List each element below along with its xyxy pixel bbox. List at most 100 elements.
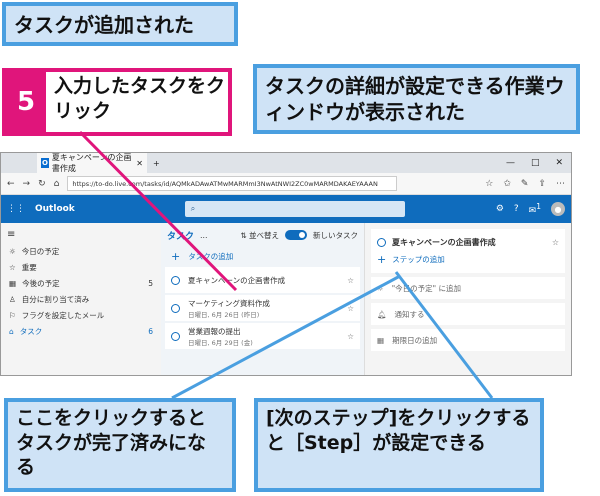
favorites-bar-icon[interactable]: ✩: [503, 179, 511, 189]
add-to-my-day-button[interactable]: ☼ "今日の予定" に追加: [371, 277, 565, 299]
sidebar-item-label: フラグを設定したメール: [21, 310, 105, 320]
back-icon[interactable]: ←: [7, 179, 15, 189]
flag-icon: ⚐: [9, 310, 16, 320]
home-icon[interactable]: ⌂: [54, 179, 60, 189]
sidebar-item-important[interactable]: ☆ 重要: [1, 259, 161, 275]
sidebar-item-flagged[interactable]: ⚐ フラグを設定したメール: [1, 307, 161, 323]
window-controls: — □ ✕: [506, 158, 571, 168]
star-icon[interactable]: ☆: [552, 238, 559, 247]
star-icon: ☆: [9, 262, 16, 272]
favorite-icon[interactable]: ☆: [485, 179, 493, 189]
settings-icon[interactable]: ⚙: [496, 204, 504, 214]
more-icon[interactable]: ⋯: [556, 179, 565, 189]
plus-icon: +: [171, 249, 181, 263]
new-list-label: 新しいタスク: [313, 230, 358, 240]
callout-task-added: タスクが追加された: [2, 2, 238, 46]
callout-detail-pane: タスクの詳細が設定できる作業ウィンドウが表示された: [253, 64, 580, 134]
new-tab-icon[interactable]: +: [153, 159, 160, 168]
notification-badge: 1: [536, 202, 541, 211]
tab-bar: O 夏キャンペーンの企画書作成 ✕ + — □ ✕: [1, 153, 571, 173]
share-icon[interactable]: ⇪: [538, 179, 546, 189]
sidebar-item-label: 今後の予定: [22, 278, 60, 288]
help-icon[interactable]: ?: [514, 204, 519, 214]
complete-checkbox[interactable]: [171, 275, 180, 285]
callout-next-step: [次のステップ]をクリックすると［Step］が設定できる: [254, 398, 544, 492]
add-step-label: ステップの追加: [392, 254, 445, 264]
maximize-button[interactable]: □: [531, 158, 540, 168]
sort-label: 並べ替え: [249, 230, 279, 240]
star-icon[interactable]: ☆: [347, 276, 354, 285]
browser-window: O 夏キャンペーンの企画書作成 ✕ + — □ ✕ ← → ↻ ⌂ https:…: [0, 152, 572, 376]
task-name: 営業週報の提出: [188, 326, 241, 336]
complete-checkbox[interactable]: [377, 237, 386, 247]
callout-text: タスクの詳細が設定できる作業ウィンドウが表示された: [265, 74, 565, 124]
outlook-header: ⋮⋮ Outlook ⌕ ⚙ ? ✉1 ●: [1, 195, 571, 223]
bell-icon: 🔔︎: [377, 309, 387, 319]
sidebar-item-label: 重要: [21, 262, 37, 272]
app-launcher-icon[interactable]: ⋮⋮: [7, 204, 25, 214]
star-icon[interactable]: ☆: [347, 332, 354, 341]
callout-text: ここをクリックするとタスクが完了済みになる: [16, 407, 207, 479]
sort-button[interactable]: ⇅ 並べ替え: [240, 230, 279, 241]
remind-me-button[interactable]: 🔔︎ 通知する: [371, 303, 565, 325]
sidebar-item-count: 5: [148, 278, 153, 288]
outlook-logo-icon: O: [41, 158, 49, 168]
add-task-label: タスクの追加: [188, 251, 234, 261]
add-step-button[interactable]: + ステップの追加: [377, 251, 559, 267]
my-day-label: "今日の予定" に追加: [391, 283, 462, 293]
sidebar-item-label: タスク: [19, 326, 43, 336]
sidebar: ≡ ☼ 今日の予定 ☆ 重要 ▦ 今後の予定 5 ♙ 自分に割り当て済み ⚐ フラグを設定し…: [1, 223, 161, 375]
sidebar-item-tasks[interactable]: ⌂ タスク 6: [1, 323, 161, 339]
more-options-button[interactable]: …: [200, 231, 208, 240]
close-window-button[interactable]: ✕: [555, 158, 563, 168]
sidebar-item-my-day[interactable]: ☼ 今日の予定: [1, 243, 161, 259]
home-icon: ⌂: [9, 326, 14, 336]
add-due-date-button[interactable]: ▦ 期限日の追加: [371, 329, 565, 351]
complete-checkbox[interactable]: [171, 303, 180, 313]
task-date: 日曜日, 6月 26日 (昨日): [188, 310, 260, 319]
menu-icon[interactable]: ≡: [1, 229, 161, 243]
remind-label: 通知する: [394, 309, 425, 319]
task-detail-pane: 夏キャンペーンの企画書作成 ☆ + ステップの追加 ☼ "今日の予定" に追加 🔔︎…: [365, 223, 571, 375]
task-row[interactable]: マーケティング資料作成 日曜日, 6月 26日 (昨日) ☆: [165, 295, 360, 321]
sidebar-item-planned[interactable]: ▦ 今後の予定 5: [1, 275, 161, 291]
calendar-icon: ▦: [377, 335, 385, 345]
step-number: 5: [6, 72, 46, 132]
add-task-input[interactable]: + タスクの追加: [161, 247, 364, 265]
due-label: 期限日の追加: [392, 335, 438, 345]
sun-icon: ☼: [9, 246, 16, 256]
address-bar: ← → ↻ ⌂ https://to-do.live.com/tasks/id/…: [1, 173, 571, 195]
detail-title[interactable]: 夏キャンペーンの企画書作成: [392, 237, 496, 248]
pen-icon[interactable]: ✎: [521, 179, 529, 189]
step-instruction: 入力したタスクをクリック: [54, 75, 226, 122]
task-date: 日曜日, 6月 29日 (金): [188, 338, 253, 347]
avatar[interactable]: ●: [551, 202, 565, 216]
sidebar-item-assigned[interactable]: ♙ 自分に割り当て済み: [1, 291, 161, 307]
plus-icon: +: [377, 252, 387, 266]
sun-icon: ☼: [377, 283, 384, 293]
task-list-pane: タスク … ⇅ 並べ替え 新しいタスク + タスクの追加 夏キャンペーンの企画書作…: [161, 223, 365, 375]
browser-tab[interactable]: O 夏キャンペーンの企画書作成 ✕: [37, 153, 147, 173]
minimize-button[interactable]: —: [506, 158, 515, 168]
callout-text: [次のステップ]をクリックすると［Step］が設定できる: [266, 407, 531, 454]
star-icon[interactable]: ☆: [347, 304, 354, 313]
forward-icon[interactable]: →: [23, 179, 31, 189]
refresh-icon[interactable]: ↻: [38, 179, 46, 189]
calendar-icon: ▦: [9, 278, 17, 288]
new-list-toggle[interactable]: [285, 230, 307, 240]
callout-complete-checkbox: ここをクリックするとタスクが完了済みになる: [4, 398, 236, 492]
task-row[interactable]: 営業週報の提出日曜日, 6月 29日 (金) ☆: [165, 323, 360, 349]
url-field[interactable]: https://to-do.live.com/tasks/id/AQMkADAw…: [67, 176, 398, 191]
notification-icon[interactable]: ✉1: [529, 202, 541, 216]
complete-checkbox[interactable]: [171, 331, 180, 341]
task-name: マーケティング資料作成: [188, 298, 270, 308]
search-icon: ⌕: [190, 204, 196, 213]
close-tab-icon[interactable]: ✕: [136, 159, 143, 168]
sidebar-item-count: 6: [148, 326, 153, 336]
tab-title: 夏キャンペーンの企画書作成: [51, 153, 132, 173]
task-row[interactable]: 夏キャンペーンの企画書作成 ☆: [165, 267, 360, 293]
search-input[interactable]: ⌕: [184, 201, 405, 217]
app-name: Outlook: [35, 204, 75, 214]
task-name: 夏キャンペーンの企画書作成: [188, 275, 286, 285]
sidebar-item-label: 今日の予定: [21, 246, 60, 256]
